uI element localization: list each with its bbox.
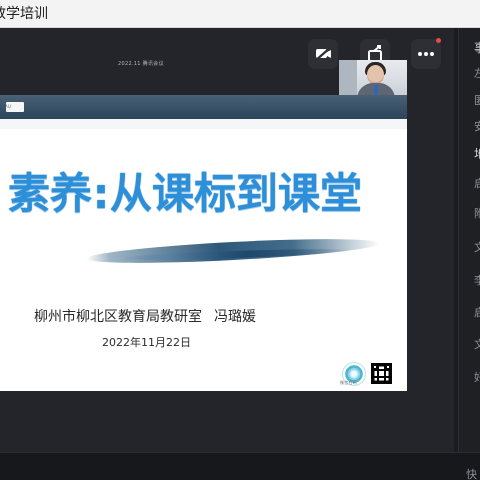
slide-title-part-2: 从课标到课堂 xyxy=(110,169,363,218)
side-item-5[interactable]: 地 xyxy=(474,148,480,160)
presenter-name: 冯璐媛 xyxy=(214,309,256,325)
camera-icon xyxy=(314,46,332,62)
meeting-window: 教学培训 2022.11 腾讯会议 xyxy=(0,0,480,480)
more-button[interactable] xyxy=(411,39,441,69)
notification-dot xyxy=(436,38,441,43)
badge-caption: 微信扫码 xyxy=(340,380,357,385)
slide-date: 2022年11月22日 xyxy=(102,336,191,349)
bottom-toolbar: 快 xyxy=(0,452,480,480)
slide-logo-text: CAU xyxy=(2,104,12,109)
window-titlebar: 教学培训 xyxy=(0,0,480,28)
bottom-label: 快 xyxy=(466,468,477,480)
side-item-11[interactable]: 文 xyxy=(474,339,480,351)
side-item-12[interactable]: 好 xyxy=(474,372,480,384)
side-item-10[interactable]: 启 xyxy=(474,307,480,319)
side-item-2[interactable]: 左 xyxy=(474,68,480,80)
camera-toggle-button[interactable] xyxy=(308,39,338,69)
slide-header-shadow xyxy=(0,119,407,129)
side-item-9[interactable]: 李 xyxy=(474,275,480,287)
shared-slide: CAU 素养:从课标到课堂 柳州市柳北区教育局教研室 冯璐媛 2022年11月2… xyxy=(0,95,407,391)
side-item-4[interactable]: 安 xyxy=(474,121,480,133)
video-info-label: 2022.11 腾讯会议 xyxy=(118,61,164,67)
side-item-7[interactable]: 附 xyxy=(474,208,480,220)
side-item-8[interactable]: 文 xyxy=(474,242,480,254)
side-item-1[interactable]: 事 xyxy=(474,42,480,54)
side-item-6[interactable]: 启 xyxy=(474,178,480,190)
presenter-organization: 柳州市柳北区教育局教研室 xyxy=(34,309,202,325)
speaker-face xyxy=(367,65,384,84)
slide-header-band xyxy=(0,95,407,119)
right-side-panel: 事 左 匿 安 地 启 附 文 李 启 文 好 xyxy=(458,28,480,452)
webcam-preview[interactable] xyxy=(339,60,407,98)
side-item-3[interactable]: 匿 xyxy=(474,95,480,107)
slide-title-colon: : xyxy=(92,169,110,218)
window-title: 教学培训 xyxy=(0,6,48,22)
qr-code-icon xyxy=(370,362,393,385)
slide-title: 素养:从课标到课堂 xyxy=(8,167,368,221)
more-icon xyxy=(418,52,434,56)
slide-title-part-1: 素养 xyxy=(8,169,93,218)
webcam-background xyxy=(339,60,357,98)
